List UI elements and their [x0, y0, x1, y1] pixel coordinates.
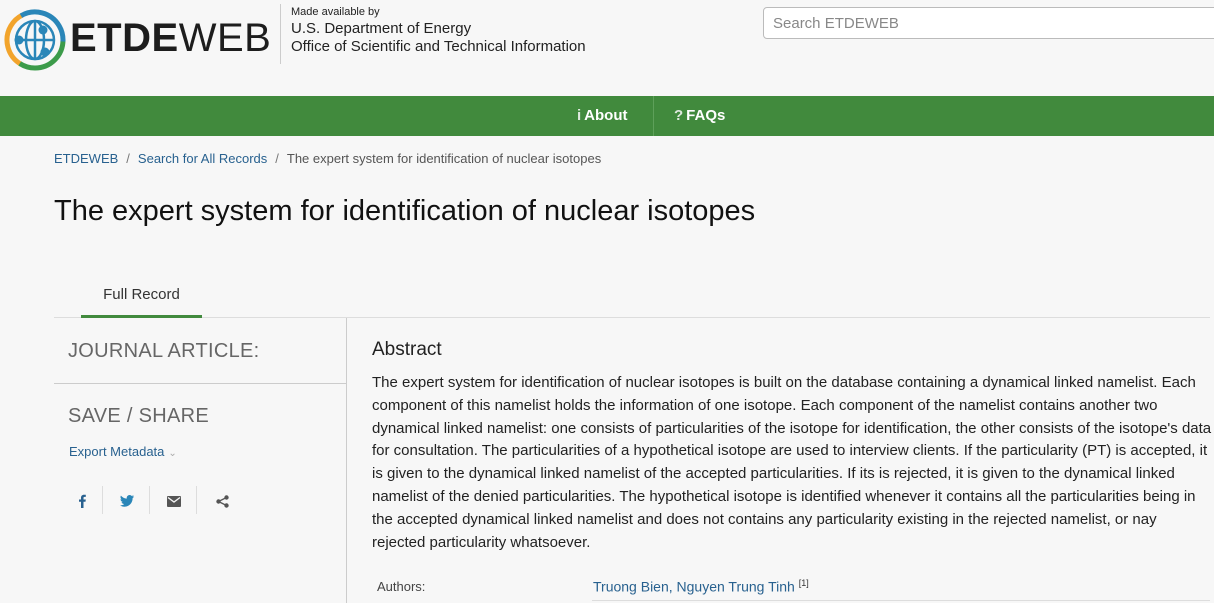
site-header: ETDEWEB Made available by U.S. Departmen…	[0, 0, 1214, 96]
nav-faqs-label: FAQs	[686, 107, 726, 124]
breadcrumb-separator: /	[275, 151, 279, 166]
question-icon: ?	[674, 107, 684, 124]
share-icon	[215, 495, 229, 508]
more-share-button[interactable]	[199, 486, 245, 514]
nav-divider	[653, 96, 654, 136]
authors-label: Authors:	[377, 579, 426, 594]
share-divider	[196, 486, 197, 514]
org-line-2: Office of Scientific and Technical Infor…	[291, 38, 586, 55]
tab-full-record[interactable]: Full Record	[81, 286, 202, 318]
site-logo-text[interactable]: ETDEWEB	[70, 16, 271, 60]
share-divider	[149, 486, 150, 514]
author-affiliation-ref[interactable]: [1]	[799, 578, 809, 588]
share-divider	[102, 486, 103, 514]
twitter-share-button[interactable]	[104, 486, 150, 514]
authors-row-line	[592, 600, 1210, 601]
info-icon: i	[577, 107, 582, 124]
record-type-heading: JOURNAL ARTICLE:	[68, 340, 260, 362]
nav-about-link[interactable]: i About	[577, 96, 628, 136]
email-share-button[interactable]	[151, 486, 197, 514]
logo-bold-text: ETDE	[70, 16, 179, 60]
chevron-down-icon: ⌄	[168, 448, 177, 459]
breadcrumb-separator: /	[126, 151, 130, 166]
authors-value: Truong Bien, Nguyen Trung Tinh [1]	[593, 578, 809, 595]
main-nav: i About ? FAQs	[0, 96, 1214, 136]
authors-link[interactable]: Truong Bien, Nguyen Trung Tinh	[593, 579, 795, 595]
breadcrumb-home-link[interactable]: ETDEWEB	[54, 151, 118, 166]
nav-about-label: About	[584, 107, 628, 124]
save-share-heading: SAVE / SHARE	[68, 405, 210, 427]
export-metadata-label: Export Metadata	[69, 444, 165, 459]
facebook-share-button[interactable]	[59, 486, 105, 514]
export-metadata-dropdown[interactable]: Export Metadata ⌄	[69, 444, 177, 459]
facebook-icon	[79, 494, 86, 509]
email-icon	[167, 495, 181, 507]
twitter-icon	[120, 495, 134, 507]
search-input[interactable]	[763, 7, 1214, 39]
breadcrumb-current: The expert system for identification of …	[286, 151, 602, 166]
org-line-1: U.S. Department of Energy	[291, 20, 472, 37]
page-title: The expert system for identification of …	[54, 195, 756, 227]
nav-faqs-link[interactable]: ? FAQs	[674, 96, 725, 136]
organization-name[interactable]: U.S. Department of Energy Office of Scie…	[291, 20, 586, 56]
header-divider	[280, 4, 281, 64]
logo-thin-text: WEB	[178, 16, 272, 60]
abstract-text: The expert system for identification of …	[372, 374, 1212, 551]
breadcrumb-search-link[interactable]: Search for All Records	[138, 151, 267, 166]
etdeweb-logo-icon[interactable]	[3, 8, 67, 72]
sidebar-divider	[346, 318, 347, 603]
sidebar-separator	[54, 383, 346, 384]
made-available-text: Made available by	[291, 6, 380, 18]
abstract-heading: Abstract	[372, 339, 442, 360]
tab-bar-line	[54, 317, 1210, 318]
share-buttons	[54, 486, 254, 514]
tab-active-indicator	[81, 315, 202, 318]
breadcrumb: ETDEWEB / Search for All Records / The exper…	[54, 151, 601, 166]
